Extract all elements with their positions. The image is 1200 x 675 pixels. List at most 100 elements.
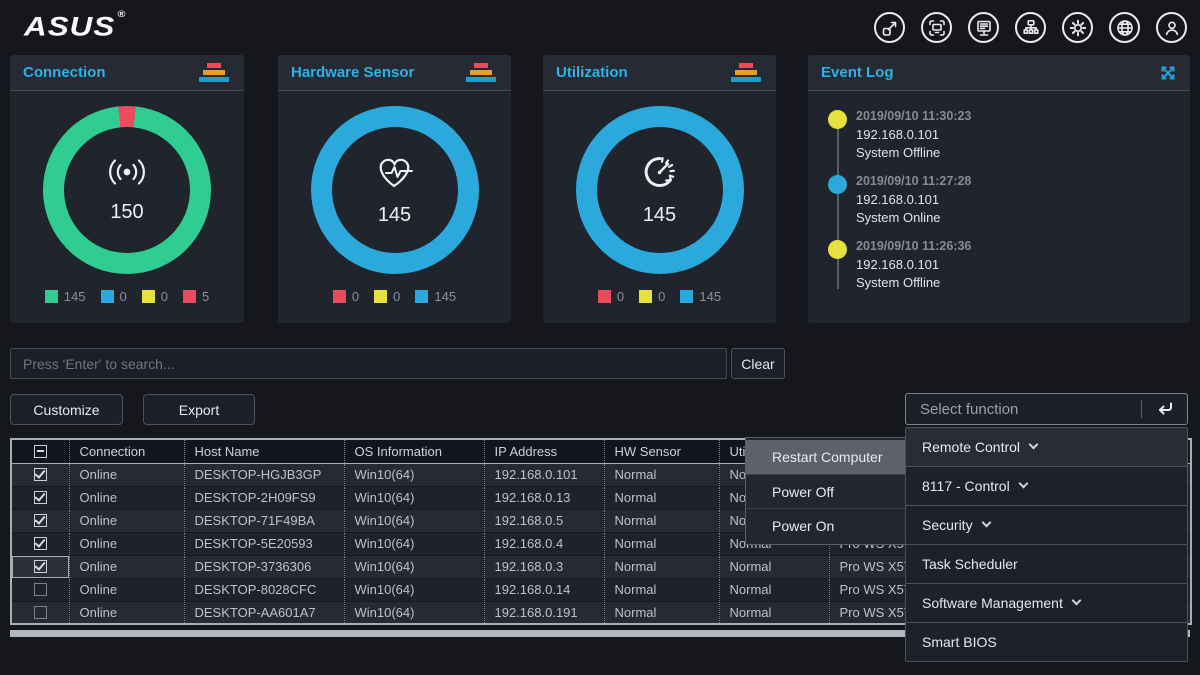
ip-cell: 192.168.0.5 [484,509,604,532]
asus-logo-text: ASUS [24,12,115,41]
function-item[interactable]: 8117 - Control [905,466,1188,506]
column-header[interactable]: Host Name [184,439,344,463]
hardware-sensor-donut-chart: 145 [311,106,479,274]
row-checkbox-cell [11,578,69,601]
blue-status-dot [828,175,847,194]
expand-icon[interactable] [1159,64,1177,82]
event-entry: 2019/09/10 11:26:36192.168.0.101System O… [808,239,1190,292]
legend-item: 0 [374,289,400,304]
row-checkbox[interactable] [34,560,47,573]
event-entry: 2019/09/10 11:27:28192.168.0.101System O… [808,174,1190,227]
blue-swatch [415,290,428,303]
column-header[interactable]: Connection [69,439,184,463]
utilization-card: Utilization 145 0 0 145 [543,55,776,323]
function-item[interactable]: Task Scheduler [905,544,1188,584]
event-ip: 192.168.0.101 [856,127,1190,142]
select-all-checkbox[interactable] [34,445,47,458]
bar-chart-icon[interactable] [731,63,763,82]
connection-card-header: Connection [10,55,244,91]
row-checkbox[interactable] [34,491,47,504]
connection-card-title: Connection [23,64,106,81]
connection-cell: Online [69,509,184,532]
network-tree-icon[interactable] [1015,12,1046,43]
row-checkbox[interactable] [34,606,47,619]
function-item[interactable]: Security [905,505,1188,545]
row-checkbox[interactable] [34,468,47,481]
context-menu-item[interactable]: Restart Computer [746,440,905,474]
export-button[interactable]: Export [143,394,255,425]
ip-cell: 192.168.0.4 [484,532,604,555]
broadcast-icon [105,157,149,192]
clear-button[interactable]: Clear [731,348,785,379]
event-log-card-header: Event Log [808,55,1190,91]
utilization-total: 145 [643,204,676,227]
connection-cell: Online [69,486,184,509]
connection-cell: Online [69,578,184,601]
remote-link-icon[interactable] [874,12,905,43]
ip-cell: 192.168.0.191 [484,601,604,624]
event-entry: 2019/09/10 11:30:23192.168.0.101System O… [808,109,1190,162]
column-header[interactable]: OS Information [344,439,484,463]
legend-value: 145 [434,289,456,304]
function-item[interactable]: Remote Control [905,427,1188,467]
utilization-legend: 0 0 145 [543,289,776,304]
host-cell: DESKTOP-3736306 [184,555,344,578]
ip-cell: 192.168.0.101 [484,463,604,486]
legend-value: 0 [658,289,665,304]
function-item[interactable]: Smart BIOS [905,622,1188,662]
red-swatch [183,290,196,303]
green-swatch [45,290,58,303]
legend-item: 0 [598,289,624,304]
connection-legend: 145005 [10,289,244,304]
os-cell: Win10(64) [344,555,484,578]
search-input[interactable] [10,348,727,379]
hw-cell: Normal [604,486,719,509]
column-header[interactable]: HW Sensor [604,439,719,463]
return-icon[interactable] [1142,400,1187,418]
server-display-icon[interactable] [968,12,999,43]
os-cell: Win10(64) [344,486,484,509]
utilization-card-header: Utilization [543,55,776,91]
function-item-label: 8117 - Control [922,478,1010,494]
hardware-sensor-total: 145 [378,204,411,227]
os-cell: Win10(64) [344,532,484,555]
globe-icon[interactable] [1109,12,1140,43]
heart-pulse-icon [375,154,415,195]
event-ip: 192.168.0.101 [856,192,1190,207]
context-menu-item[interactable]: Power Off [746,474,905,508]
row-checkbox[interactable] [34,514,47,527]
red-swatch [598,290,611,303]
context-menu-item[interactable]: Power On [746,508,905,542]
connection-cell: Online [69,601,184,624]
function-item-label: Task Scheduler [922,556,1018,572]
customize-button[interactable]: Customize [10,394,123,425]
column-header[interactable]: IP Address [484,439,604,463]
settings-icon[interactable] [1062,12,1093,43]
event-log-card-title: Event Log [821,64,894,81]
legend-item: 5 [183,289,209,304]
legend-item: 0 [333,289,359,304]
row-checkbox-cell [11,555,69,578]
user-account-icon[interactable] [1156,12,1187,43]
legend-value: 145 [699,289,721,304]
legend-item: 0 [101,289,127,304]
row-checkbox[interactable] [34,583,47,596]
event-status: System Online [856,210,1190,225]
row-checkbox[interactable] [34,537,47,550]
yellow-swatch [639,290,652,303]
bar-chart-icon[interactable] [199,63,231,82]
os-cell: Win10(64) [344,601,484,624]
connection-donut-chart: 150 [43,106,211,274]
legend-value: 145 [64,289,86,304]
device-scan-icon[interactable] [921,12,952,43]
blue-swatch [101,290,114,303]
bar-chart-icon[interactable] [466,63,498,82]
event-status: System Offline [856,145,1190,160]
event-log-timeline: 2019/09/10 11:30:23192.168.0.101System O… [808,91,1190,292]
row-checkbox-cell [11,532,69,555]
yellow-status-dot [828,240,847,259]
hw-cell: Normal [604,555,719,578]
function-item-label: Security [922,517,973,533]
event-log-card: Event Log 2019/09/10 11:30:23192.168.0.1… [808,55,1190,323]
function-item[interactable]: Software Management [905,583,1188,623]
